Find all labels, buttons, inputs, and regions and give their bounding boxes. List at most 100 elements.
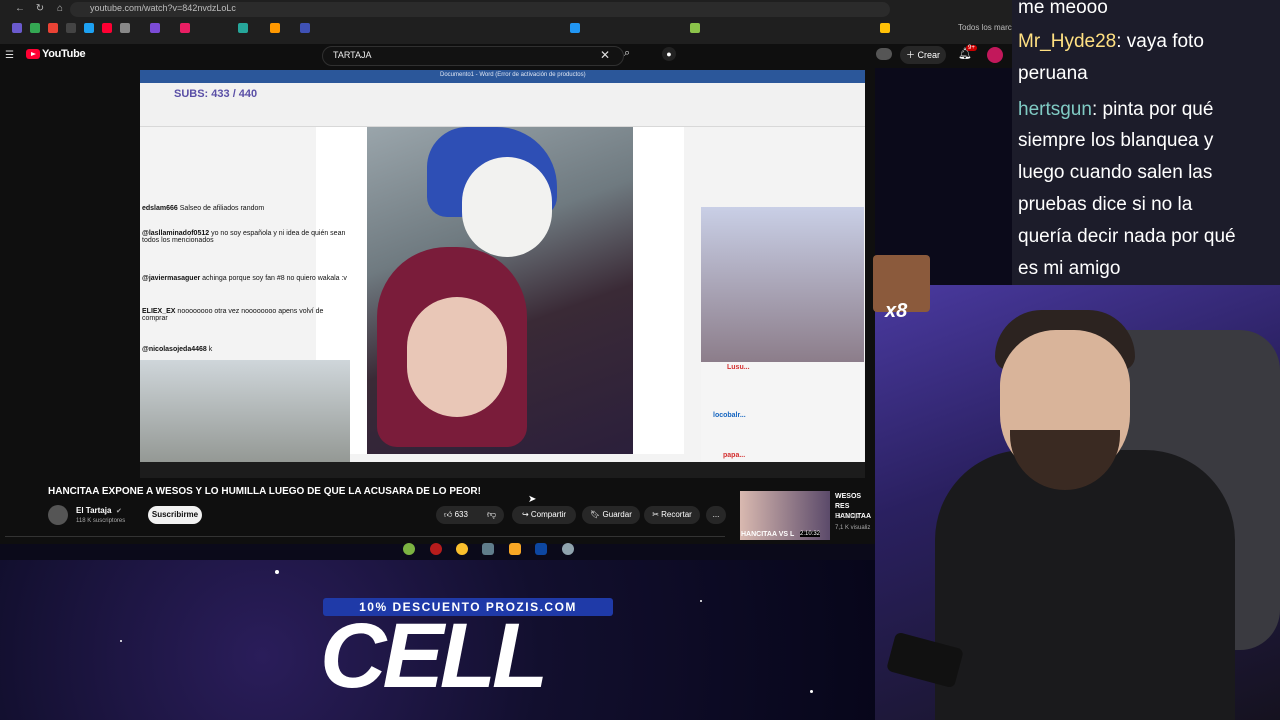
- recommended-channel[interactable]: El Tartaja: [835, 514, 860, 520]
- chat-user: ELIEX_EX: [142, 308, 176, 315]
- youtube-logo-icon[interactable]: [26, 49, 40, 59]
- chat-text: Salseo de afiliados random: [179, 205, 265, 212]
- chat-user: Lusu...: [727, 364, 750, 371]
- chrome-icon[interactable]: [456, 543, 468, 555]
- streamer-webcam: [140, 360, 350, 478]
- home-icon[interactable]: ⌂: [54, 3, 66, 15]
- bookmark-icon[interactable]: [102, 23, 112, 33]
- account-avatar[interactable]: [987, 47, 1003, 63]
- bookmark-icon[interactable]: [880, 23, 890, 33]
- notification-badge: 9+: [966, 45, 977, 51]
- bookmark-icon[interactable]: [150, 23, 160, 33]
- chat-line: luego cuando salen las: [1018, 157, 1212, 188]
- chat-text: pruebas dice si no la: [1018, 194, 1193, 215]
- folder-icon[interactable]: [509, 543, 521, 555]
- youtube-logo-text[interactable]: YouTube: [42, 48, 86, 60]
- stream-chat-panel: me meooo Mr_Hyde28: vaya foto peruana he…: [1012, 0, 1280, 285]
- channel-name[interactable]: El Tartaja: [76, 506, 111, 515]
- stream-chat-overlay: edslam666 Salseo de afiliados random @la…: [140, 200, 352, 360]
- bookmark-icon[interactable]: [84, 23, 94, 33]
- chat-user: edslam666: [142, 205, 178, 212]
- reload-icon[interactable]: ↻: [34, 3, 46, 15]
- clear-search-icon[interactable]: ✕: [600, 48, 610, 62]
- back-icon[interactable]: ←: [14, 3, 26, 15]
- video-player[interactable]: Documento1 - Word (Error de activación d…: [140, 70, 865, 478]
- share-label: Compartir: [530, 510, 567, 519]
- create-button[interactable]: ＋ Crear: [900, 46, 946, 64]
- pasted-photo: [367, 127, 633, 454]
- star-decoration: [275, 570, 279, 574]
- subscribe-button[interactable]: Suscribirme: [148, 506, 202, 524]
- app-icon[interactable]: [562, 543, 574, 555]
- chat-text: : pinta por qué: [1091, 99, 1214, 120]
- chat-text: : vaya foto: [1116, 31, 1204, 52]
- right-chat-panel: Lusu... locobalr... papa...: [701, 362, 864, 472]
- search-input[interactable]: TARTAJA: [333, 50, 372, 60]
- photo-face: [407, 297, 507, 417]
- star-decoration: [810, 690, 813, 693]
- chat-line: siempre los blanquea y: [1018, 125, 1213, 156]
- incognito-icon[interactable]: [876, 48, 892, 60]
- more-actions-button[interactable]: ...: [706, 506, 726, 524]
- bookmark-icon[interactable]: [300, 23, 310, 33]
- clip-button[interactable]: ✂ Recortar: [644, 506, 700, 524]
- bookmark-icon[interactable]: [238, 23, 248, 33]
- chat-message: @javiermasaguer achinga porque soy fan #…: [142, 275, 347, 282]
- star-decoration: [700, 600, 702, 602]
- recommended-thumbnail[interactable]: HANCITAA VS L 2:10:32: [740, 491, 830, 540]
- bookmark-icon[interactable]: [48, 23, 58, 33]
- recommended-views: 7,1 K visualiz: [835, 525, 871, 531]
- video-duration: 2:10:32: [800, 531, 821, 537]
- chat-user: @javiermasaguer: [142, 275, 201, 282]
- dislike-icon[interactable]: 👎︎: [487, 509, 496, 520]
- divider: [5, 536, 725, 537]
- chat-user: locobalr...: [713, 412, 746, 419]
- scissors-icon: ✂: [652, 510, 659, 519]
- chat-line: Mr_Hyde28: vaya foto: [1018, 26, 1204, 57]
- app-icon[interactable]: [482, 543, 494, 555]
- chat-line: es mi amigo: [1018, 253, 1120, 284]
- thumbnail-text: HANCITAA VS L: [741, 531, 795, 538]
- chat-text: achinga porque soy fan #8 no quiero waka…: [202, 275, 347, 282]
- chat-line: quería decir nada por qué: [1018, 221, 1236, 252]
- channel-avatar[interactable]: [48, 505, 68, 525]
- bookmark-icon[interactable]: [66, 23, 76, 33]
- bookmark-icon[interactable]: [690, 23, 700, 33]
- chat-user: papa...: [723, 452, 746, 459]
- app-icon[interactable]: [430, 543, 442, 555]
- bookmark-icon[interactable]: [270, 23, 280, 33]
- app-icon[interactable]: [403, 543, 415, 555]
- photoshop-icon[interactable]: [535, 543, 547, 555]
- url-text[interactable]: youtube.com/watch?v=842nvdzLoLc: [90, 3, 236, 13]
- menu-icon[interactable]: ☰: [5, 50, 14, 61]
- chat-user: @lasllaminadof0512: [142, 230, 210, 237]
- chat-line: me meooo: [1018, 0, 1108, 23]
- chat-text: me meooo: [1018, 0, 1108, 18]
- microphone-icon[interactable]: ●: [662, 47, 676, 61]
- like-icon[interactable]: 👍︎: [444, 510, 452, 519]
- chat-text: peruana: [1018, 63, 1088, 84]
- bookmark-icon[interactable]: [120, 23, 130, 33]
- inner-taskbar: [140, 462, 865, 478]
- bookmark-icon[interactable]: [180, 23, 190, 33]
- bookmark-icon[interactable]: [12, 23, 22, 33]
- like-count: 633: [454, 510, 468, 519]
- chat-text: siempre los blanquea y: [1018, 130, 1214, 151]
- bookmark-icon[interactable]: [570, 23, 580, 33]
- share-icon: ↪: [521, 510, 529, 519]
- chat-user: @nicolasojeda4468: [142, 346, 207, 353]
- subscriber-count: 118 K suscriptores: [76, 518, 126, 524]
- share-button[interactable]: ↪ Compartir: [512, 506, 576, 524]
- save-label: Guardar: [602, 510, 632, 519]
- emote-multiplier: x8: [885, 300, 908, 322]
- chat-user: Mr_Hyde28: [1018, 31, 1117, 52]
- save-button[interactable]: 🔖︎ Guardar: [582, 506, 640, 524]
- bookmark-icon[interactable]: [30, 23, 40, 33]
- subs-counter-overlay: SUBS: 433 / 440: [174, 88, 258, 100]
- clip-label: Recortar: [661, 510, 692, 519]
- video-title: HANCITAA EXPONE A WESOS Y LO HUMILLA LUE…: [48, 486, 481, 497]
- photo-clown-face: [462, 157, 552, 257]
- search-icon[interactable]: ⌕: [624, 47, 630, 60]
- bookmark-save-icon: 🔖︎: [590, 510, 601, 519]
- chat-message: edslam666 Salseo de afiliados random: [142, 205, 264, 212]
